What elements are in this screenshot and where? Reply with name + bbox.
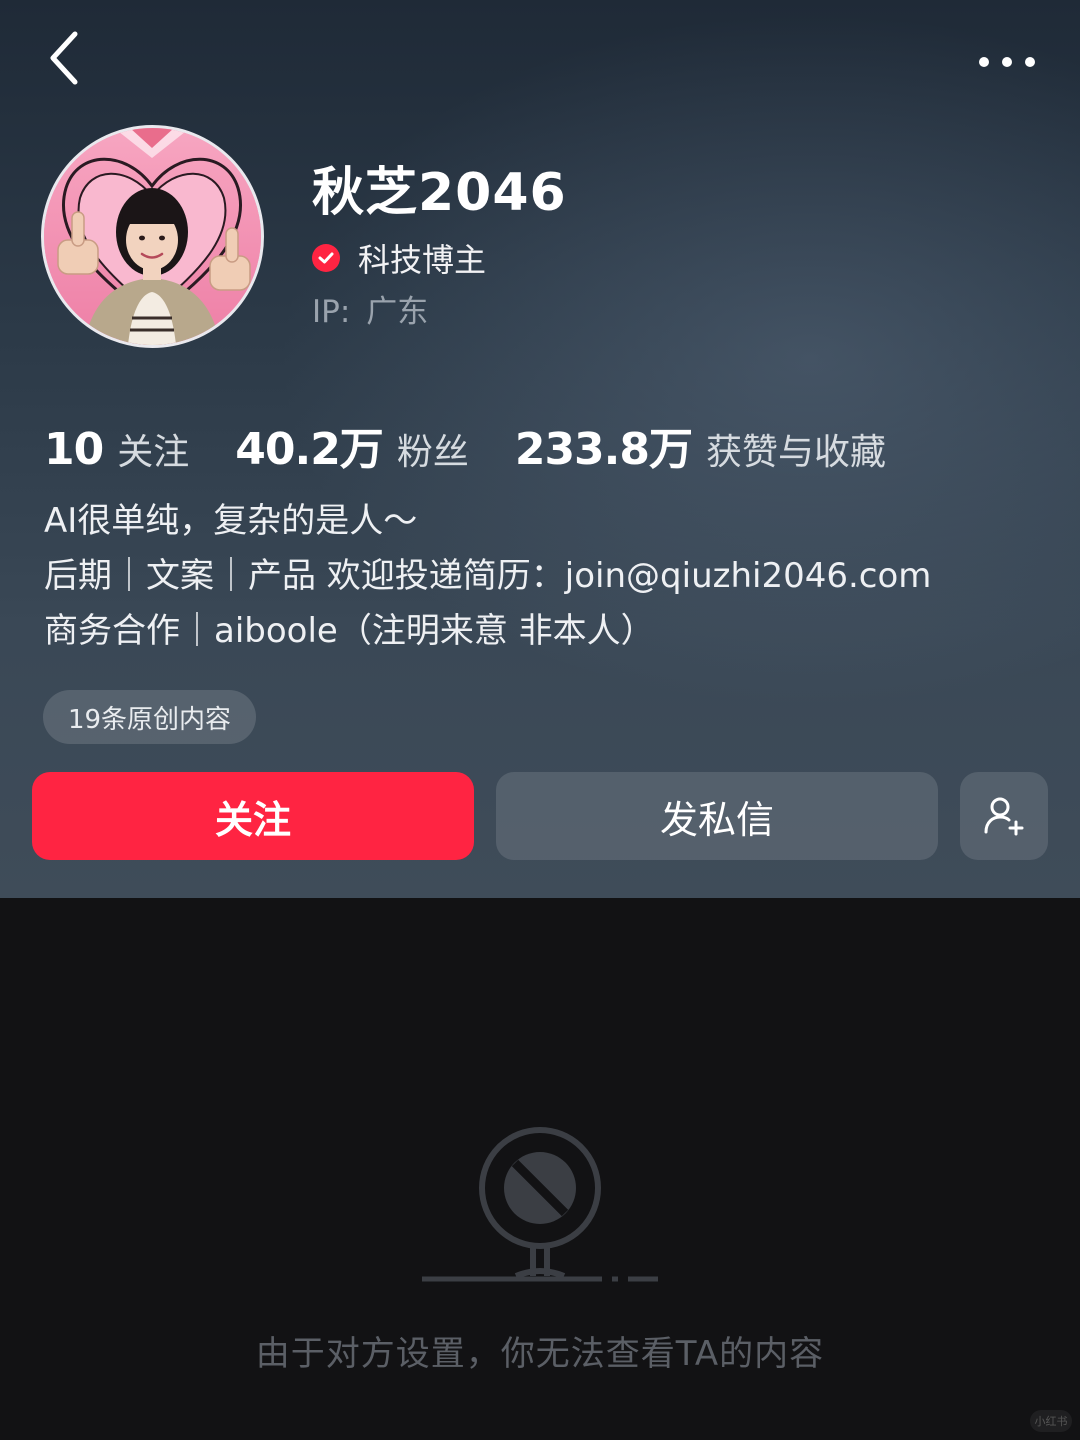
stats-row: 10 关注 40.2万 粉丝 233.8万 获赞与收藏 (44, 413, 932, 477)
verified-row: 科技博主 (312, 235, 486, 281)
bio-line: 商务合作｜aiboole（注明来意 非本人） (44, 611, 655, 651)
stat-label: 关注 (117, 432, 190, 473)
stat-label: 粉丝 (396, 432, 469, 473)
ip-label: IP: (312, 294, 351, 330)
avatar-image (44, 128, 261, 345)
stat-value: 40.2万 (235, 424, 384, 475)
blocked-message: 由于对方设置，你无法查看TA的内容 (255, 1334, 825, 1374)
profile-page: 秋芝2046 科技博主 IP: 广东 10 关注 40.2万 粉丝 233.8万 (0, 0, 1080, 1440)
profile-header: 秋芝2046 科技博主 IP: 广东 10 关注 40.2万 粉丝 233.8万 (0, 0, 1080, 898)
message-button[interactable]: 发私信 (496, 772, 938, 860)
bio-line: 后期｜文案｜产品 欢迎投递简历：join@qiuzhi2046.com (44, 556, 932, 596)
stat-value: 233.8万 (514, 424, 693, 475)
verified-check-icon (312, 244, 340, 272)
verified-label: 科技博主 (358, 241, 487, 279)
add-friend-button[interactable] (960, 772, 1048, 860)
watermark-logo: 小红书 (1030, 1410, 1072, 1432)
avatar[interactable] (41, 125, 264, 348)
follow-button[interactable]: 关注 (32, 772, 474, 860)
blocked-content-area: 由于对方设置，你无法查看TA的内容 小红书 (0, 898, 1080, 1440)
stat-value: 10 (44, 424, 104, 475)
add-user-icon (984, 797, 1024, 836)
bio: AI很单纯，复杂的是人～ 后期｜文案｜产品 欢迎投递简历：join@qiuzhi… (44, 494, 931, 659)
more-horizontal-icon (979, 57, 1035, 67)
original-content-badge[interactable]: 19条原创内容 (43, 690, 256, 744)
bio-line: AI很单纯，复杂的是人～ (44, 501, 418, 541)
stat-following[interactable]: 10 关注 (44, 423, 189, 475)
back-button[interactable] (36, 28, 92, 88)
ip-region: 广东 (366, 294, 429, 330)
stat-followers[interactable]: 40.2万 粉丝 (235, 413, 469, 477)
stat-label: 获赞与收藏 (706, 432, 887, 473)
username: 秋芝2046 (312, 163, 567, 223)
stat-likes-collections[interactable]: 233.8万 获赞与收藏 (515, 413, 886, 477)
more-button[interactable] (970, 42, 1044, 82)
ip-location: IP: 广东 (312, 286, 428, 331)
chevron-left-icon (50, 31, 78, 85)
blocked-camera-icon (422, 1127, 658, 1282)
